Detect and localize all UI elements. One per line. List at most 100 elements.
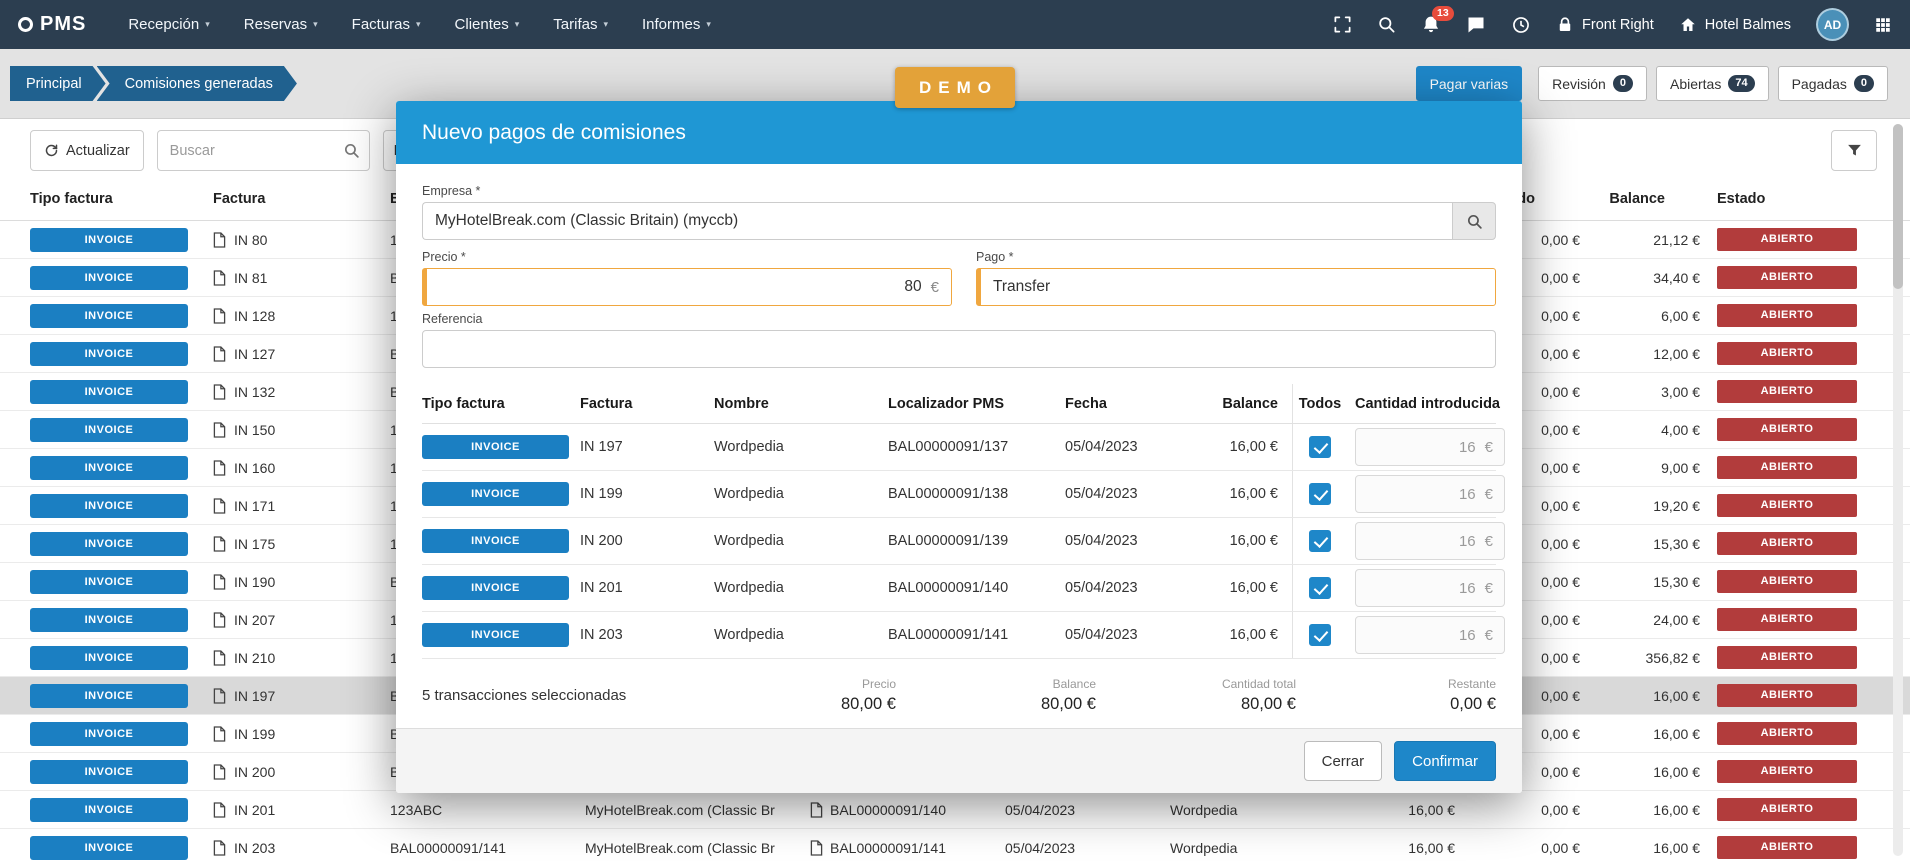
cell-balance: 16,00 € — [1580, 802, 1700, 818]
filter-button[interactable] — [1831, 130, 1877, 171]
header-factura[interactable]: Factura — [213, 191, 390, 207]
row-select-checkbox[interactable] — [1309, 577, 1331, 599]
status-badge: ABIERTO — [1717, 798, 1857, 821]
cantidad-input-box: € — [1355, 569, 1505, 607]
cantidad-input-box: € — [1355, 475, 1505, 513]
row-select-checkbox[interactable] — [1309, 483, 1331, 505]
invoice-type-badge: INVOICE — [30, 646, 188, 670]
status-tab[interactable]: Pagadas 0 — [1778, 66, 1888, 101]
refresh-button-label: Actualizar — [66, 143, 130, 159]
invoice-type-badge: INVOICE — [30, 342, 188, 366]
invoice-number: IN 132 — [234, 384, 275, 400]
scrollbar-thumb[interactable] — [1893, 124, 1903, 289]
status-tab-label: Abiertas — [1670, 76, 1721, 92]
modal-table-header-row: Tipo factura Factura Nombre Localizador … — [422, 384, 1496, 424]
pago-input[interactable] — [993, 278, 1483, 296]
cantidad-input[interactable] — [1367, 627, 1476, 644]
vertical-scrollbar[interactable] — [1893, 124, 1903, 856]
selected-transactions-text: 5 transacciones seleccionadas — [422, 687, 696, 704]
m-cell-factura: IN 200 — [580, 518, 714, 564]
menu-item[interactable]: Recepción ▾ — [128, 16, 209, 33]
menu-item[interactable]: Reservas ▾ — [244, 16, 318, 33]
breadcrumb-item[interactable]: Comisiones generadas — [97, 66, 297, 101]
cell-localizador: BAL00000091/140 — [830, 802, 946, 818]
brand-logo[interactable]: PMS — [18, 13, 86, 36]
empresa-input[interactable] — [422, 202, 1452, 240]
table-row[interactable]: INVOICE IN 201 123ABC MyHotelBreak.com (… — [0, 791, 1910, 829]
invoice-type-badge: INVOICE — [30, 836, 188, 860]
fullscreen-icon[interactable] — [1333, 15, 1352, 34]
header-balance[interactable]: Balance — [1580, 191, 1700, 207]
header-tipo-factura[interactable]: Tipo factura — [30, 191, 213, 207]
cantidad-input[interactable] — [1367, 486, 1476, 503]
row-select-checkbox[interactable] — [1309, 624, 1331, 646]
document-icon — [213, 384, 226, 400]
cantidad-input[interactable] — [1367, 533, 1476, 550]
cantidad-input-box: € — [1355, 522, 1505, 560]
status-badge: ABIERTO — [1717, 532, 1857, 555]
close-button[interactable]: Cerrar — [1304, 741, 1383, 781]
status-badge: ABIERTO — [1717, 342, 1857, 365]
m-cell-fecha: 05/04/2023 — [1065, 518, 1195, 564]
status-tab-label: Revisión — [1552, 76, 1606, 92]
history-icon[interactable] — [1511, 15, 1531, 35]
header-estado[interactable]: Estado — [1700, 191, 1857, 207]
cantidad-input[interactable] — [1367, 439, 1476, 456]
cell-cliente: MyHotelBreak.com (Classic Br — [585, 840, 810, 856]
chevron-down-icon: ▾ — [603, 19, 608, 30]
menu-item[interactable]: Tarifas ▾ — [553, 16, 608, 33]
workstation-selector[interactable]: Front Right — [1556, 16, 1654, 34]
cantidad-input[interactable] — [1367, 580, 1476, 597]
search-input[interactable] — [157, 130, 370, 171]
precio-input[interactable] — [439, 278, 922, 296]
search-box — [157, 130, 370, 171]
invoice-number: IN 175 — [234, 536, 275, 552]
modal-table-row: INVOICE IN 197 Wordpedia BAL00000091/137… — [422, 424, 1496, 471]
new-commission-payment-modal: Nuevo pagos de comisiones Empresa * Prec… — [396, 101, 1522, 793]
m-cell-localizador: BAL00000091/141 — [888, 612, 1065, 658]
currency-suffix: € — [1485, 486, 1493, 503]
hotel-selector[interactable]: Hotel Balmes — [1679, 16, 1791, 34]
demo-badge: DEMO — [895, 67, 1015, 108]
chat-icon[interactable] — [1466, 15, 1486, 35]
referencia-input[interactable] — [422, 330, 1496, 368]
chevron-down-icon: ▾ — [313, 19, 318, 30]
cell-nombre: Wordpedia — [1170, 802, 1325, 818]
menu-item-label: Facturas — [352, 16, 410, 33]
row-select-checkbox[interactable] — [1309, 530, 1331, 552]
status-tab-count-badge: 0 — [1613, 75, 1633, 92]
cell-balance: 356,82 € — [1580, 650, 1700, 666]
modal-table-body: INVOICE IN 197 Wordpedia BAL00000091/137… — [422, 424, 1496, 659]
menu-item[interactable]: Informes ▾ — [642, 16, 711, 33]
menu-item[interactable]: Clientes ▾ — [455, 16, 520, 33]
row-select-checkbox[interactable] — [1309, 436, 1331, 458]
breadcrumb-item[interactable]: Principal — [10, 66, 106, 101]
cell-fecha: 05/04/2023 — [1005, 840, 1170, 856]
empresa-label: Empresa * — [422, 184, 1496, 198]
invoice-number: IN 200 — [234, 764, 275, 780]
confirm-button[interactable]: Confirmar — [1394, 741, 1496, 781]
menu-item[interactable]: Facturas ▾ — [352, 16, 421, 33]
menu-item-label: Reservas — [244, 16, 307, 33]
home-icon — [1679, 16, 1697, 34]
m-header-todos[interactable]: Todos — [1292, 384, 1347, 423]
invoice-number: IN 127 — [234, 346, 275, 362]
status-tab[interactable]: Pagar varias — [1416, 66, 1523, 101]
table-row[interactable]: INVOICE IN 203 BAL00000091/141 MyHotelBr… — [0, 829, 1910, 866]
cell-col3: BAL00000091/141 — [390, 840, 585, 856]
search-icon[interactable] — [1377, 15, 1396, 34]
notifications-bell-icon[interactable]: 13 — [1421, 15, 1441, 35]
modal-footer: Cerrar Confirmar — [396, 728, 1522, 793]
status-badge: ABIERTO — [1717, 722, 1857, 745]
summary-cantidad-total: Cantidad total 80,00 € — [1096, 677, 1296, 714]
avatar[interactable]: AD — [1816, 8, 1849, 41]
cell-balance: 9,00 € — [1580, 460, 1700, 476]
status-tab[interactable]: Abiertas 74 — [1656, 66, 1769, 101]
summary-balance: Balance 80,00 € — [896, 677, 1096, 714]
modal-transactions-table: Tipo factura Factura Nombre Localizador … — [422, 384, 1496, 659]
invoice-type-badge: INVOICE — [30, 494, 188, 518]
refresh-button[interactable]: Actualizar — [30, 130, 144, 171]
empresa-search-button[interactable] — [1452, 202, 1496, 240]
apps-grid-icon[interactable] — [1874, 16, 1892, 34]
status-tab[interactable]: Revisión 0 — [1538, 66, 1647, 101]
